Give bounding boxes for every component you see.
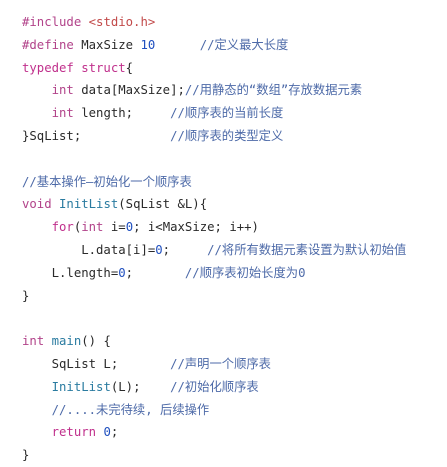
code-token: InitList [51,379,111,394]
code-line: L.length=0; //顺序表初始长度为0 [22,262,406,285]
code-token: 0 [103,425,111,440]
code-line: int main() { [22,330,406,353]
code-token: 0 [125,220,134,235]
code-token: () { [81,334,111,349]
code-token: ; [110,425,119,440]
code-token: L.data[i]= [22,242,156,257]
code-line: } [22,285,406,308]
code-token: #include [22,15,89,29]
code-line: int length; //顺序表的当前长度 [22,102,406,125]
code-token: //顺序表的当前长度 [170,106,284,121]
code-line: return 0; [22,421,406,444]
code-token: ; i<MaxSize; i++) [133,220,259,235]
code-token: //初始化顺序表 [170,379,259,394]
code-token: int [22,334,52,349]
code-token: int [51,83,82,98]
code-token: (SqList &L){ [118,197,208,212]
code-line: InitList(L); //初始化顺序表 [22,376,406,399]
code-line: void InitList(SqList &L){ [22,193,406,216]
code-token: return [51,425,104,440]
code-token: typedef struct [22,60,126,75]
code-token: 10 [140,37,156,52]
code-token: #define [22,37,82,52]
code-token: }SqList; [22,128,171,143]
code-line: SqList L; //声明一个顺序表 [22,353,406,376]
code-token: 0 [118,265,126,280]
code-token: ; [125,265,185,280]
code-token: main [51,334,82,349]
code-line: } [22,444,406,467]
code-token: i= [110,220,126,235]
code-token: //顺序表初始长度为0 [184,265,306,280]
code-token: L.length= [22,265,119,280]
code-line: #include <stdio.h> [22,11,406,34]
code-line: L.data[i]=0; //将所有数据元素设置为默认初始值 [22,239,406,262]
code-token: for [51,220,74,235]
code-token: } [22,288,30,303]
code-token: //将所有数据元素设置为默认初始值 [207,242,407,257]
code-token: void [22,197,60,212]
code-token: length; [81,106,171,121]
code-token: //基本操作—初始化一个顺序表 [22,174,192,189]
code-token: //定义最大长度 [199,37,289,52]
code-token: //用静态的“数组”存放数据元素 [184,83,363,98]
code-line: //....未完待续, 后续操作 [22,399,406,422]
code-token: <stdio.h> [88,15,156,29]
code-line: int data[MaxSize];//用静态的“数组”存放数据元素 [22,79,406,102]
code-line: #define MaxSize 10 //定义最大长度 [22,34,406,57]
code-token: //....未完待续, 后续操作 [51,402,210,417]
code-token: (L); [110,379,171,394]
code-token: } [22,448,30,463]
code-line: for(int i=0; i<MaxSize; i++) [22,216,406,239]
code-block: #include <stdio.h> #define MaxSize 10 //定… [22,11,406,467]
code-line: }SqList; //顺序表的类型定义 [22,125,406,148]
code-token: int [81,220,111,235]
code-token: int [51,106,82,121]
code-token: data[MaxSize]; [81,83,185,98]
code-token: 0 [155,242,163,257]
code-token: //顺序表的类型定义 [170,128,284,143]
code-token: //声明一个顺序表 [170,356,271,371]
code-token: InitList [59,197,119,212]
code-line: typedef struct{ [22,57,406,80]
code-token: MaxSize [81,37,141,52]
code-token: ; [162,242,208,257]
code-line: //基本操作—初始化一个顺序表 [22,171,406,194]
code-token: SqList L; [22,356,171,371]
code-token: { [125,60,134,75]
